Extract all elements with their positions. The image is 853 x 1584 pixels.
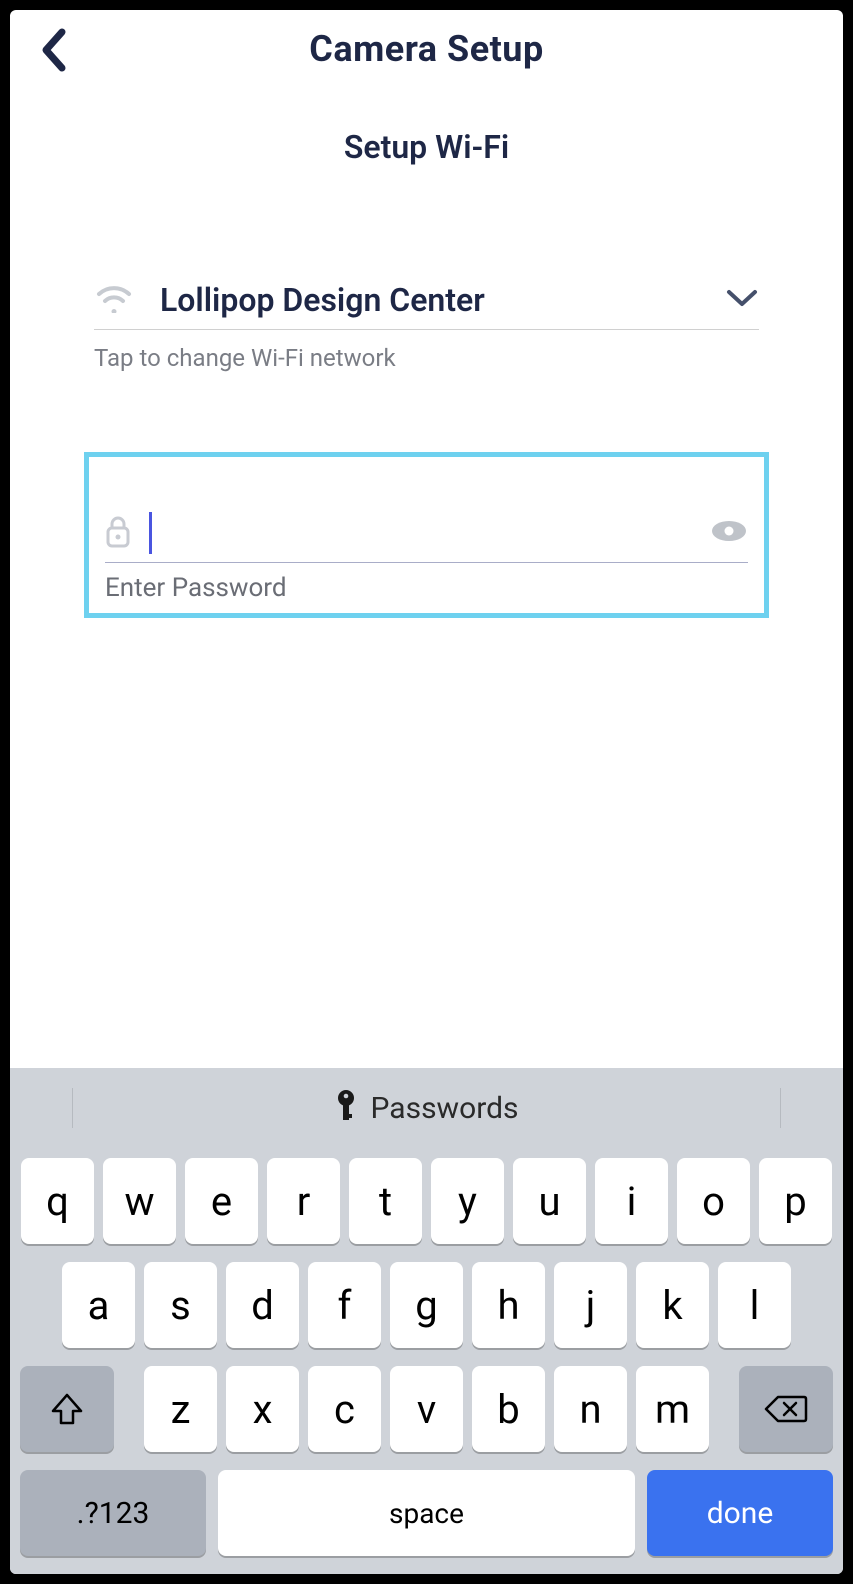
key-i[interactable]: i (595, 1158, 668, 1244)
key-e[interactable]: e (185, 1158, 258, 1244)
content: Lollipop Design Center Tap to change Wi-… (10, 281, 843, 618)
key-f[interactable]: f (308, 1262, 381, 1348)
key-j[interactable]: j (554, 1262, 627, 1348)
back-icon (40, 28, 68, 72)
key-w[interactable]: w (103, 1158, 176, 1244)
key-icon (335, 1089, 357, 1127)
keyboard-row-4: .?123 space done (18, 1470, 835, 1556)
key-n[interactable]: n (554, 1366, 627, 1452)
key-k[interactable]: k (636, 1262, 709, 1348)
wifi-icon (94, 283, 134, 317)
key-t[interactable]: t (349, 1158, 422, 1244)
keyboard-row-3: zxcvbnm (18, 1366, 835, 1452)
keyboard-row-3-letters: zxcvbnm (144, 1366, 709, 1452)
eye-icon (710, 519, 748, 543)
key-p[interactable]: p (759, 1158, 832, 1244)
keyboard-row-2: asdfghjkl (18, 1262, 835, 1348)
key-l[interactable]: l (718, 1262, 791, 1348)
key-g[interactable]: g (390, 1262, 463, 1348)
backspace-key[interactable] (739, 1366, 833, 1452)
key-o[interactable]: o (677, 1158, 750, 1244)
back-button[interactable] (40, 28, 68, 76)
key-d[interactable]: d (226, 1262, 299, 1348)
chevron-down-icon (725, 288, 759, 312)
toggle-password-visibility[interactable] (710, 519, 748, 547)
keyboard-suggestion-bar[interactable]: Passwords (10, 1068, 843, 1148)
key-r[interactable]: r (267, 1158, 340, 1244)
done-key[interactable]: done (647, 1470, 833, 1556)
keyboard-rows: qwertyuiop asdfghjkl zxcvbnm (10, 1148, 843, 1556)
key-m[interactable]: m (636, 1366, 709, 1452)
spacer (10, 618, 843, 1068)
wifi-network-name: Lollipop Design Center (160, 281, 725, 319)
key-c[interactable]: c (308, 1366, 381, 1452)
header: Camera Setup (10, 10, 843, 88)
key-b[interactable]: b (472, 1366, 545, 1452)
keyboard: Passwords qwertyuiop asdfghjkl zxcvbnm (10, 1068, 843, 1574)
page-subtitle: Setup Wi-Fi (10, 128, 843, 166)
password-hint: Enter Password (105, 573, 748, 603)
key-q[interactable]: q (21, 1158, 94, 1244)
keyboard-suggestion-label: Passwords (371, 1091, 519, 1126)
key-u[interactable]: u (513, 1158, 586, 1244)
numeric-switch-key[interactable]: .?123 (20, 1470, 206, 1556)
password-input[interactable] (152, 513, 710, 553)
key-v[interactable]: v (390, 1366, 463, 1452)
wifi-network-selector[interactable]: Lollipop Design Center (94, 281, 759, 330)
key-x[interactable]: x (226, 1366, 299, 1452)
password-box: Enter Password (84, 452, 769, 618)
key-s[interactable]: s (144, 1262, 217, 1348)
lock-icon (105, 514, 131, 552)
shift-key[interactable] (20, 1366, 114, 1452)
app-screen: Camera Setup Setup Wi-Fi Lollipop Design… (10, 10, 843, 1574)
page-title: Camera Setup (309, 28, 543, 70)
password-field-row (105, 512, 748, 563)
key-z[interactable]: z (144, 1366, 217, 1452)
keyboard-row-1: qwertyuiop (18, 1158, 835, 1244)
key-h[interactable]: h (472, 1262, 545, 1348)
wifi-change-hint: Tap to change Wi-Fi network (94, 344, 759, 372)
space-key[interactable]: space (218, 1470, 635, 1556)
key-a[interactable]: a (62, 1262, 135, 1348)
shift-icon (50, 1393, 84, 1425)
key-y[interactable]: y (431, 1158, 504, 1244)
backspace-icon (764, 1393, 808, 1425)
